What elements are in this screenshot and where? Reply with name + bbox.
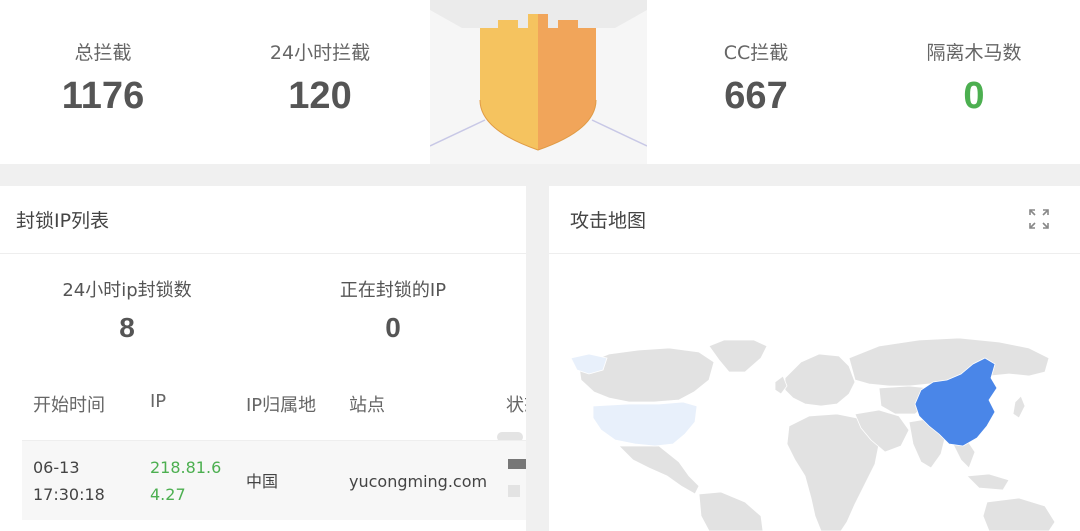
- row-status-indicator[interactable]: [508, 459, 526, 469]
- trojan-isolated-stat: 隔离木马数 0: [874, 38, 1074, 118]
- row-ip-location: 中国: [246, 472, 279, 491]
- blocked-ip-table-header: 开始时间 IP IP归属地 站点 状态: [0, 391, 526, 421]
- map-region-usa[interactable]: [592, 401, 698, 447]
- shield-icon: [430, 0, 647, 151]
- world-attack-map[interactable]: [549, 254, 1080, 531]
- row-time-date: 06-13: [33, 458, 80, 477]
- block-24h-label: 24小时拦截: [269, 42, 371, 64]
- column-header-ip-location[interactable]: IP归属地: [246, 391, 316, 417]
- row-status-indicator-secondary: [508, 485, 520, 497]
- row-ip-part2: 4.27: [150, 485, 186, 504]
- ip-block-24h-label: 24小时ip封锁数: [62, 280, 192, 301]
- ip-block-24h-value: 8: [119, 312, 135, 343]
- row-time-clock: 17:30:18: [33, 485, 105, 504]
- trojan-isolated-label: 隔离木马数: [926, 42, 1022, 64]
- cc-block-stat: CC拦截 667: [656, 38, 856, 118]
- shield-emblem: [430, 0, 647, 164]
- cc-block-value: 667: [724, 75, 788, 117]
- attack-map-title-text: 攻击地图: [570, 210, 647, 232]
- ip-blocking-now-value: 0: [385, 312, 401, 343]
- trojan-isolated-value: 0: [963, 75, 985, 117]
- total-block-label: 总拦截: [74, 42, 132, 64]
- overview-stats-bar: 总拦截 1176 24小时拦截 120 CC拦截 667 隔离木马数 0: [0, 0, 1080, 164]
- column-header-status[interactable]: 状态: [506, 391, 526, 417]
- attack-map-panel: 攻击地图: [549, 186, 1080, 531]
- row-ip-part1: 218.81.6: [150, 458, 222, 477]
- block-24h-value: 120: [288, 75, 352, 117]
- column-header-ip[interactable]: IP: [150, 391, 166, 412]
- blocked-ip-stats: 24小时ip封锁数 8 正在封锁的IP 0: [0, 254, 526, 372]
- table-row[interactable]: 06-13 17:30:18 218.81.6 4.27 中国 yucongmi…: [22, 440, 526, 520]
- blocked-ip-panel-title: 封锁IP列表: [0, 186, 526, 254]
- ip-block-24h-stat: 24小时ip封锁数 8: [17, 276, 237, 344]
- block-24h-stat: 24小时拦截 120: [220, 38, 420, 118]
- blocked-ip-title-text: 封锁IP列表: [16, 210, 110, 232]
- attack-map-panel-title: 攻击地图: [549, 186, 1080, 254]
- column-header-site[interactable]: 站点: [349, 391, 385, 417]
- blocked-ip-panel: 封锁IP列表 24小时ip封锁数 8 正在封锁的IP 0 开始时间 IP IP归…: [0, 186, 526, 531]
- column-header-start-time[interactable]: 开始时间: [33, 391, 105, 417]
- row-site: yucongming.com: [349, 472, 488, 491]
- cc-block-label: CC拦截: [723, 42, 789, 64]
- total-block-value: 1176: [61, 75, 145, 117]
- fullscreen-expand-icon[interactable]: [1028, 208, 1050, 230]
- ip-blocking-now-stat: 正在封锁的IP 0: [283, 276, 503, 344]
- ip-blocking-now-label: 正在封锁的IP: [339, 280, 447, 301]
- total-block-stat: 总拦截 1176: [3, 38, 203, 118]
